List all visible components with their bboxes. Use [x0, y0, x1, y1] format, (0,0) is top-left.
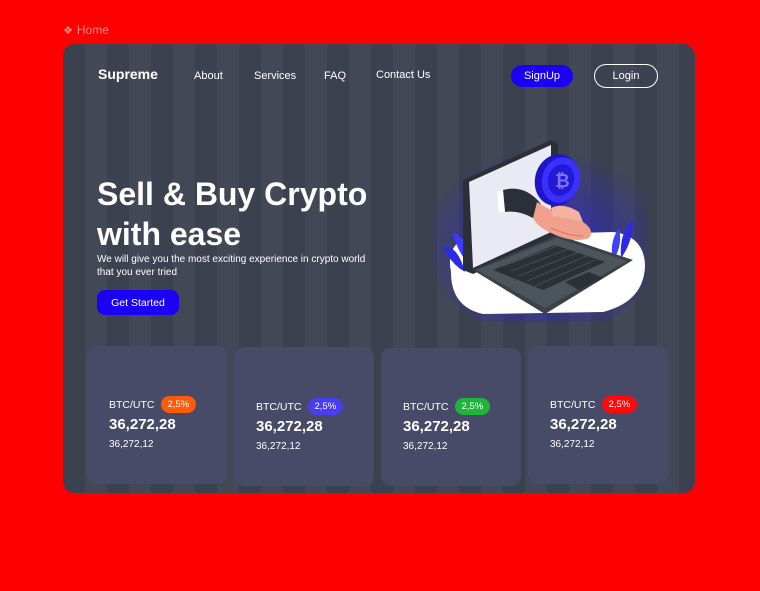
nav-about[interactable]: About [194, 70, 223, 82]
ticker-sub-price: 36,272,12 [256, 441, 301, 452]
laptop-crypto-hand-icon: ₿ [433, 140, 648, 322]
ticker-pair: BTC/UTC 2,5% [109, 396, 197, 413]
home-breadcrumb[interactable]: ❖ Home [63, 23, 109, 37]
ticker-sub-price: 36,272,12 [403, 441, 448, 452]
hero-title-line1: Sell & Buy Crypto [97, 176, 368, 212]
login-button[interactable]: Login [594, 64, 658, 88]
ticker-card[interactable]: BTC/UTC 2,5% 36,272,28 36,272,12 [234, 347, 374, 486]
svg-text:₿: ₿ [555, 171, 570, 192]
change-badge: 2,5% [601, 396, 638, 413]
ticker-sub-price: 36,272,12 [109, 439, 154, 450]
ticker-price: 36,272,28 [109, 416, 176, 433]
nav-contact-us[interactable]: Contact Us [376, 69, 430, 81]
hero-title: Sell & Buy Crypto with ease [97, 174, 387, 254]
ticker-pair: BTC/UTC 2,5% [403, 398, 491, 415]
ticker-sub-price: 36,272,12 [550, 439, 595, 450]
ticker-card[interactable]: BTC/UTC 2,5% 36,272,28 36,272,12 [87, 346, 227, 484]
landing-page-frame: Supreme About Services FAQ Contact Us Si… [63, 44, 695, 493]
hero-subtitle: We will give you the most exciting exper… [97, 254, 366, 278]
change-badge: 2,5% [307, 398, 344, 415]
ticker-price: 36,272,28 [256, 418, 323, 435]
ticker-pair-label: BTC/UTC [403, 400, 449, 413]
ticker-price: 36,272,28 [550, 416, 617, 433]
hero-title-line2: with ease [97, 216, 242, 252]
signup-button[interactable]: SignUp [511, 65, 573, 87]
nav-services[interactable]: Services [254, 70, 296, 82]
ticker-pair-label: BTC/UTC [550, 398, 596, 411]
ticker-pair-label: BTC/UTC [109, 398, 155, 411]
change-badge: 2,5% [160, 396, 197, 413]
diamond-icon: ❖ [63, 24, 73, 37]
get-started-button[interactable]: Get Started [97, 290, 179, 315]
logo[interactable]: Supreme [98, 66, 158, 82]
ticker-card[interactable]: BTC/UTC 2,5% 36,272,28 36,272,12 [528, 346, 668, 484]
change-badge: 2,5% [454, 398, 491, 415]
ticker-pair: BTC/UTC 2,5% [550, 396, 638, 413]
nav-faq[interactable]: FAQ [324, 70, 346, 82]
ticker-pair-label: BTC/UTC [256, 400, 302, 413]
ticker-card[interactable]: BTC/UTC 2,5% 36,272,28 36,272,12 [381, 348, 521, 486]
home-label: Home [76, 23, 109, 37]
ticker-price: 36,272,28 [403, 418, 470, 435]
ticker-pair: BTC/UTC 2,5% [256, 398, 344, 415]
